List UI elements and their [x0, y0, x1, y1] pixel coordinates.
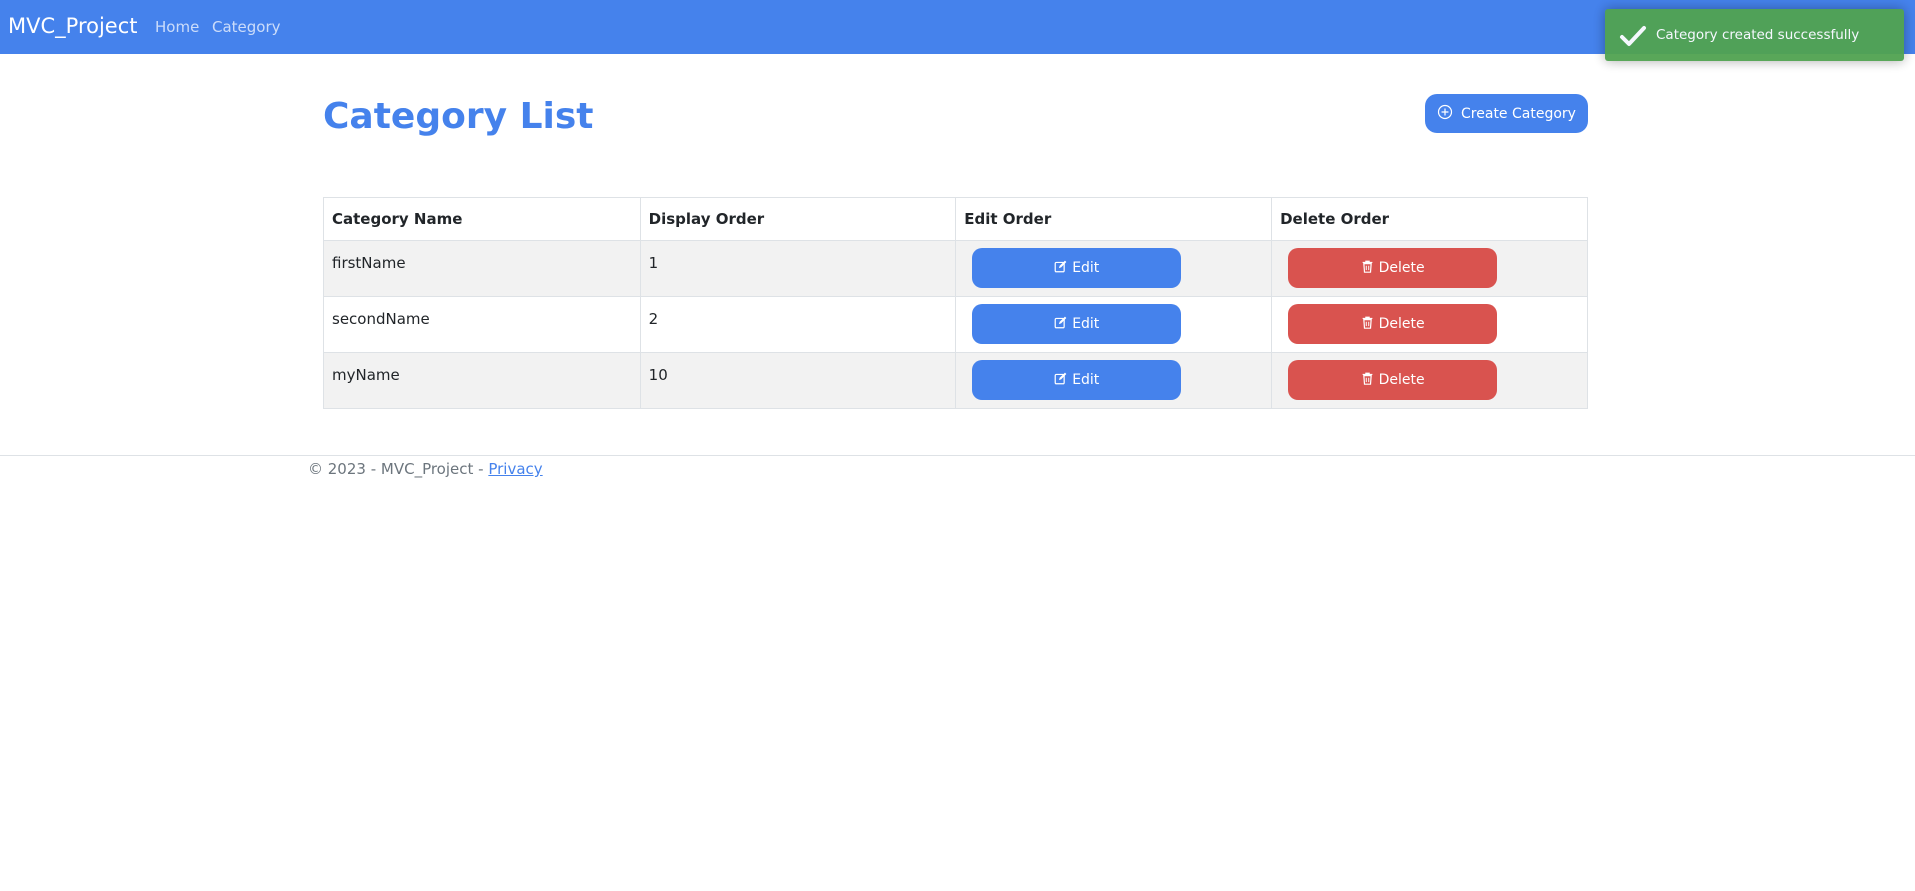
- delete-button[interactable]: Delete: [1288, 248, 1498, 288]
- edit-button[interactable]: Edit: [972, 304, 1182, 344]
- cell-category-name: myName: [323, 352, 641, 409]
- edit-button[interactable]: Edit: [972, 360, 1182, 400]
- footer-copyright: © 2023 - MVC_Project -: [308, 460, 489, 478]
- delete-button[interactable]: Delete: [1288, 304, 1498, 344]
- cell-category-name: secondName: [323, 296, 641, 353]
- header-edit-order: Edit Order: [955, 197, 1273, 241]
- trash-icon: [1361, 316, 1374, 333]
- toast-message: Category created successfully: [1656, 27, 1860, 43]
- edit-label: Edit: [1072, 260, 1100, 276]
- cell-display-order: 2: [639, 296, 957, 353]
- success-toast[interactable]: Category created successfully: [1605, 9, 1904, 61]
- pencil-square-icon: [1054, 372, 1067, 389]
- delete-cell: Delete: [1271, 240, 1588, 297]
- brand-link[interactable]: MVC_Project: [8, 12, 138, 40]
- nav-link-category[interactable]: Category: [212, 17, 281, 37]
- plus-circle-icon: [1437, 104, 1453, 124]
- edit-cell: Edit: [955, 240, 1273, 297]
- delete-button[interactable]: Delete: [1288, 360, 1498, 400]
- cell-display-order: 10: [639, 352, 957, 409]
- delete-cell: Delete: [1271, 352, 1588, 409]
- table-row: myName 10 Edit Delete: [323, 352, 1588, 409]
- delete-label: Delete: [1378, 372, 1425, 388]
- edit-label: Edit: [1072, 316, 1100, 332]
- create-category-button[interactable]: Create Category: [1425, 94, 1588, 133]
- table-header-row: Category Name Display Order Edit Order D…: [323, 197, 1588, 241]
- pencil-square-icon: [1054, 260, 1067, 277]
- privacy-link[interactable]: Privacy: [488, 460, 542, 478]
- page-title: Category List: [323, 96, 594, 137]
- header-category-name: Category Name: [323, 197, 641, 241]
- checkmark-icon: [1619, 24, 1647, 48]
- category-table: Category Name Display Order Edit Order D…: [323, 197, 1588, 409]
- nav-link-home[interactable]: Home: [155, 17, 199, 37]
- footer: © 2023 - MVC_Project - Privacy: [308, 458, 543, 480]
- delete-label: Delete: [1378, 260, 1425, 276]
- edit-cell: Edit: [955, 296, 1273, 353]
- delete-label: Delete: [1378, 316, 1425, 332]
- header-delete-order: Delete Order: [1271, 197, 1588, 241]
- edit-cell: Edit: [955, 352, 1273, 409]
- table-row: firstName 1 Edit Delete: [323, 240, 1588, 297]
- trash-icon: [1361, 372, 1374, 389]
- edit-button[interactable]: Edit: [972, 248, 1182, 288]
- cell-display-order: 1: [639, 240, 957, 297]
- footer-divider: [0, 455, 1915, 456]
- header-display-order: Display Order: [639, 197, 957, 241]
- trash-icon: [1361, 260, 1374, 277]
- edit-label: Edit: [1072, 372, 1100, 388]
- pencil-square-icon: [1054, 316, 1067, 333]
- cell-category-name: firstName: [323, 240, 641, 297]
- create-category-label: Create Category: [1461, 105, 1576, 122]
- delete-cell: Delete: [1271, 296, 1588, 353]
- table-row: secondName 2 Edit Delete: [323, 296, 1588, 353]
